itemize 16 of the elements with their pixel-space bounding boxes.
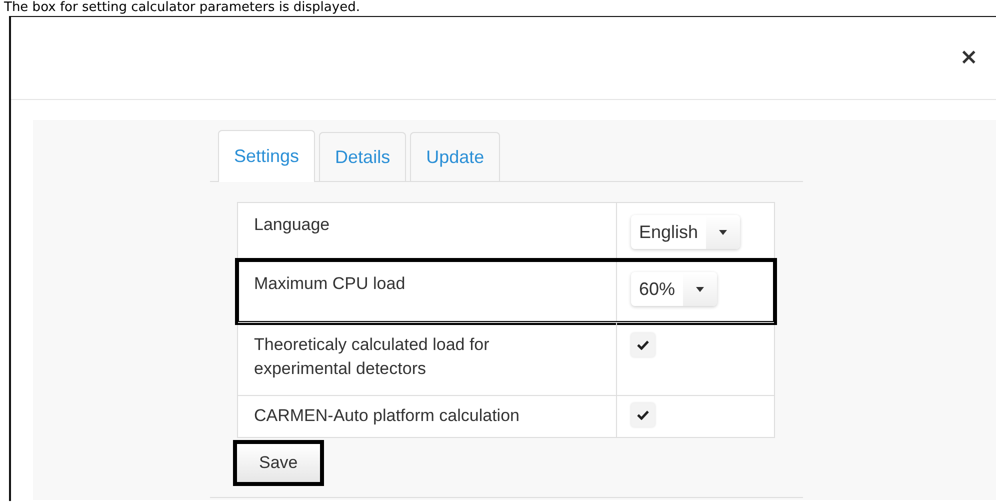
checkbox[interactable]	[631, 403, 655, 427]
save-button[interactable]: Save	[233, 440, 324, 486]
caret-icon	[719, 230, 728, 234]
tab[interactable]: Settings	[218, 130, 316, 182]
dropdown[interactable]: 60%	[631, 272, 718, 306]
setting-label: Language	[238, 203, 617, 261]
setting-label: CARMEN-Auto platform calculation	[238, 396, 617, 437]
check-icon	[637, 410, 649, 420]
check-icon	[637, 340, 649, 350]
checkbox[interactable]	[631, 333, 655, 357]
dropdown[interactable]: English	[631, 215, 740, 249]
caption-text: The box for setting calculator parameters is displayed.	[3, 0, 361, 16]
setting-label: Maximum CPU load	[238, 262, 617, 322]
caret-icon	[696, 286, 704, 292]
setting-label: Theoreticaly calculated load for experimental detectors	[238, 323, 617, 395]
close-button[interactable]: ×	[956, 47, 982, 69]
